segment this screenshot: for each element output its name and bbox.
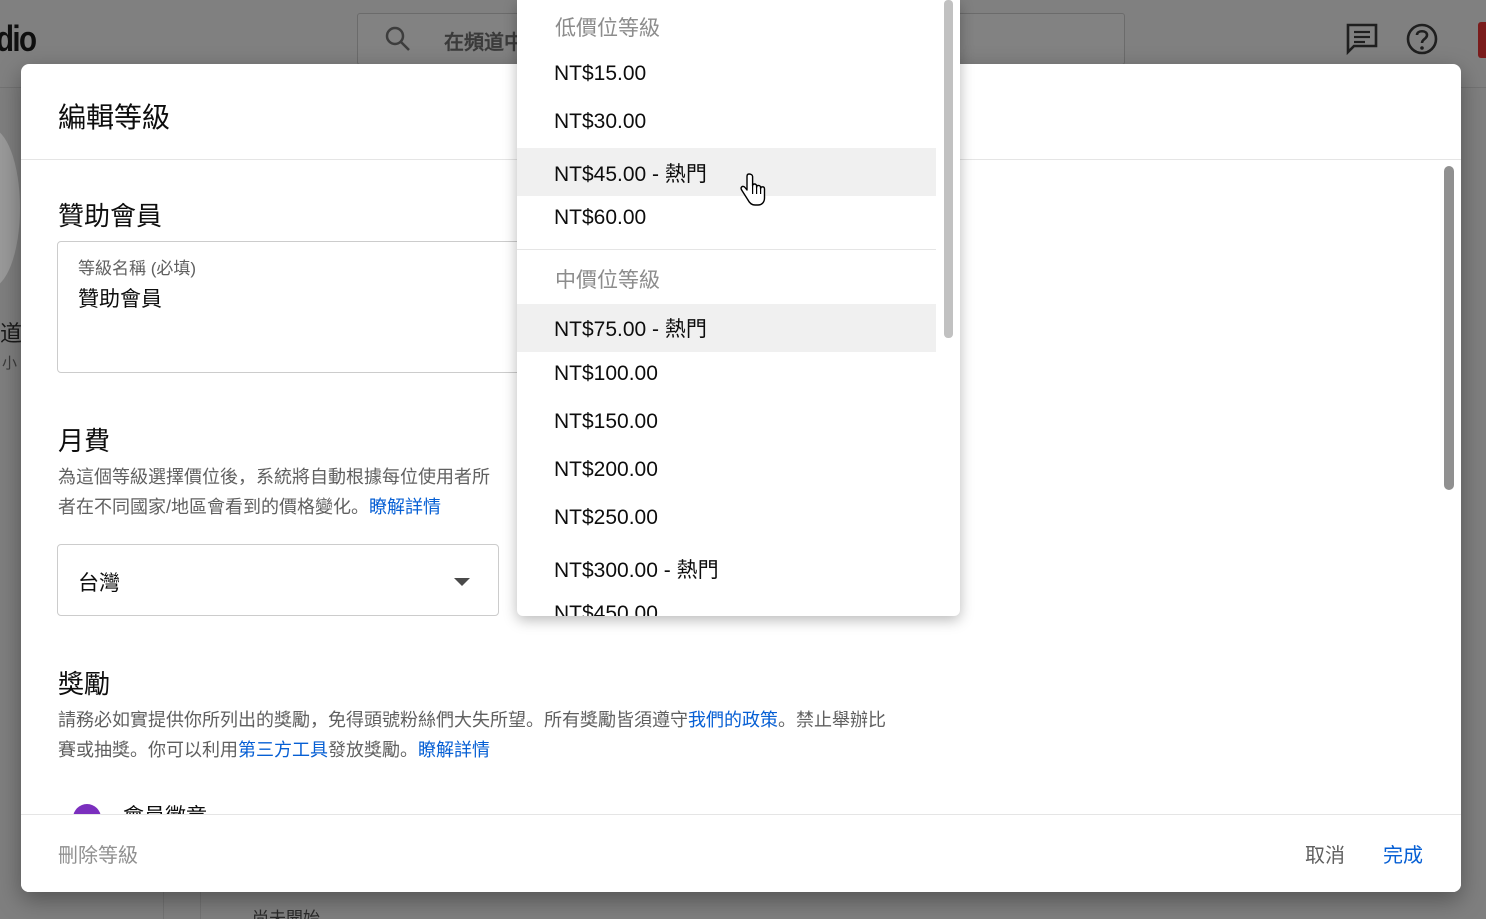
search-icon (385, 26, 410, 51)
done-button[interactable]: 完成 (1383, 839, 1423, 868)
menu-scroll-thumb[interactable] (944, 0, 953, 338)
price-option-label: NT$300.00 - 熱門 (554, 559, 719, 582)
price-option[interactable]: NT$100.00 (517, 350, 936, 398)
price-option[interactable]: NT$30.00 (517, 98, 936, 146)
price-option[interactable]: NT$60.00 (517, 194, 936, 242)
perks-learn-more-link[interactable]: 瞭解詳情 (418, 740, 490, 760)
tier-name-field[interactable]: 等級名稱 (必填) (57, 241, 527, 373)
tier-section-title: 贊助會員 (58, 201, 163, 231)
perks-section-title: 獎勵 (58, 669, 111, 699)
price-option[interactable]: NT$15.00 (517, 50, 936, 98)
status-fragment: 尚未開始 (252, 909, 320, 919)
dialog-footer (21, 815, 1461, 892)
studio-logo: dio (0, 18, 37, 59)
price-option-label: NT$75.00 - 熱門 (554, 318, 707, 341)
low-tier-group-title: 低價位等級 (555, 17, 660, 40)
price-desc-line2: 者在不同國家/地區會看到的價格變化。 (58, 497, 369, 517)
price-option-label: NT$45.00 - 熱門 (554, 163, 707, 186)
price-option-label: NT$450.00 (554, 602, 658, 616)
price-option-label: NT$200.00 (554, 458, 658, 481)
price-option[interactable]: NT$250.00 (517, 494, 936, 542)
price-option[interactable]: NT$150.00 (517, 398, 936, 446)
price-option[interactable]: NT$450.00 (517, 590, 936, 616)
price-option-label: NT$250.00 (554, 506, 658, 529)
cancel-button[interactable]: 取消 (1305, 839, 1345, 868)
perks-desc-line1: 請務必如實提供你所列出的獎勵，免得頭號粉絲們大失所望。所有獎勵皆須遵守我們的政策… (58, 705, 978, 735)
price-section-title: 月費 (58, 426, 111, 456)
menu-group-divider (517, 249, 936, 250)
delete-tier-button[interactable]: 刪除等級 (58, 839, 138, 868)
search-placeholder: 在頻道中 (444, 32, 524, 54)
help-icon (1406, 23, 1438, 55)
create-button-edge (1478, 22, 1486, 58)
perks-desc-part2: 。禁止舉辦比 (778, 710, 886, 730)
country-select-value: 台灣 (78, 572, 120, 595)
price-learn-more-link[interactable]: 瞭解詳情 (369, 497, 441, 517)
policy-link[interactable]: 我們的政策 (688, 710, 778, 730)
price-option-label: NT$100.00 (554, 362, 658, 385)
price-option-hovered[interactable]: NT$45.00 - 熱門 (517, 148, 936, 196)
price-option[interactable]: NT$200.00 (517, 446, 936, 494)
tier-name-label: 等級名稱 (必填) (78, 259, 197, 278)
price-option-label: NT$15.00 (554, 62, 647, 85)
mid-tier-group-title: 中價位等級 (555, 269, 660, 292)
dialog-title: 編輯等級 (58, 102, 171, 133)
perks-desc-part3: 賽或抽獎。你可以利用 (58, 740, 238, 760)
perks-description: 請務必如實提供你所列出的獎勵，免得頭號粉絲們大失所望。所有獎勵皆須遵守我們的政策… (58, 705, 978, 765)
country-select[interactable]: 台灣 (57, 544, 499, 616)
dialog-scroll-thumb[interactable] (1444, 166, 1454, 490)
price-option[interactable]: NT$300.00 - 熱門 (517, 542, 936, 590)
third-party-tools-link[interactable]: 第三方工具 (238, 740, 328, 760)
price-option-label: NT$60.00 (554, 206, 647, 229)
perks-desc-part4: 發放獎勵。 (328, 740, 418, 760)
price-option-highlighted[interactable]: NT$75.00 - 熱門 (517, 304, 936, 352)
price-option-label: NT$30.00 (554, 110, 647, 133)
tier-name-input[interactable] (78, 286, 518, 310)
feedback-icon (1346, 23, 1378, 56)
channel-name-fragment: 道 (0, 321, 23, 346)
perks-desc-part1: 請務必如實提供你所列出的獎勵，免得頭號粉絲們大失所望。所有獎勵皆須遵守 (58, 710, 688, 730)
price-option-label: NT$150.00 (554, 410, 658, 433)
dropdown-arrow-icon (454, 578, 470, 586)
perks-desc-line2: 賽或抽獎。你可以利用第三方工具發放獎勵。瞭解詳情 (58, 735, 978, 765)
price-dropdown-menu[interactable]: 低價位等級 NT$15.00 NT$30.00 NT$45.00 - 熱門 NT… (517, 0, 960, 616)
channel-sub-fragment: 小 (2, 355, 18, 372)
hand-cursor-icon (740, 173, 766, 206)
